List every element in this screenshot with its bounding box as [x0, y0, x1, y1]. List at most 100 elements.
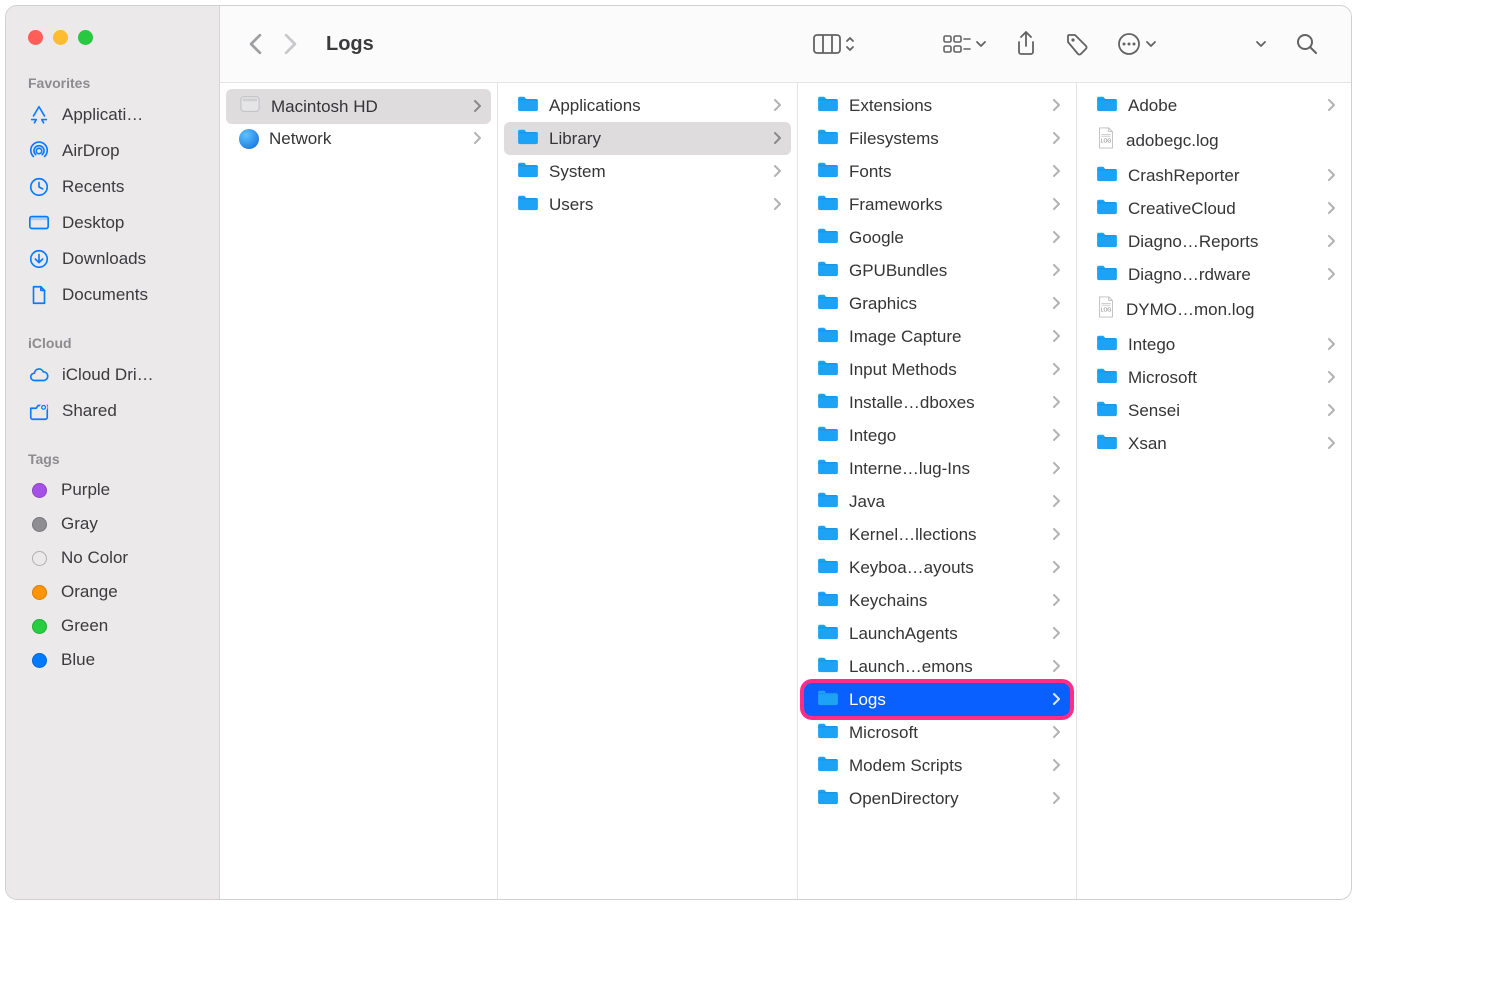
close-button[interactable] — [28, 30, 43, 45]
sidebar-item[interactable]: iCloud Dri… — [6, 357, 219, 393]
file-row[interactable]: Graphics — [804, 287, 1070, 320]
file-row[interactable]: OpenDirectory — [804, 782, 1070, 815]
file-row[interactable]: Macintosh HD — [226, 89, 491, 124]
sidebar-item[interactable]: Orange — [6, 575, 219, 609]
folder-icon — [517, 193, 539, 216]
view-columns-button[interactable] — [799, 27, 869, 61]
file-row[interactable]: Logs — [804, 683, 1070, 716]
file-row[interactable]: LOGDYMO…mon.log — [1083, 291, 1345, 328]
file-name: GPUBundles — [849, 261, 1042, 281]
file-row[interactable]: Image Capture — [804, 320, 1070, 353]
file-row[interactable]: LOGadobegc.log — [1083, 122, 1345, 159]
file-row[interactable]: Intego — [804, 419, 1070, 452]
chevron-right-icon — [1327, 168, 1335, 184]
sidebar-item-label: Orange — [61, 582, 118, 602]
file-row[interactable]: Extensions — [804, 89, 1070, 122]
sidebar-item[interactable]: No Color — [6, 541, 219, 575]
file-row[interactable]: Installe…dboxes — [804, 386, 1070, 419]
sidebar-item[interactable]: Downloads — [6, 241, 219, 277]
sidebar-item[interactable]: Purple — [6, 473, 219, 507]
folder-icon — [817, 226, 839, 249]
dropdown-button[interactable] — [1241, 33, 1281, 55]
file-row[interactable]: Keyboa…ayouts — [804, 551, 1070, 584]
chevron-right-icon — [1052, 263, 1060, 279]
sidebar-item[interactable]: Shared — [6, 393, 219, 429]
window-title: Logs — [326, 33, 374, 56]
sidebar-item[interactable]: AirDrop — [6, 133, 219, 169]
sidebar-item-label: AirDrop — [62, 141, 120, 161]
file-row[interactable]: Xsan — [1083, 427, 1345, 460]
file-name: Sensei — [1128, 401, 1317, 421]
airdrop-icon — [28, 140, 50, 162]
logfile-icon: LOG — [1096, 127, 1116, 154]
file-name: CreativeCloud — [1128, 199, 1317, 219]
file-row[interactable]: Kernel…llections — [804, 518, 1070, 551]
file-row[interactable]: Users — [504, 188, 791, 221]
window-controls — [6, 24, 219, 67]
file-row[interactable]: LaunchAgents — [804, 617, 1070, 650]
file-row[interactable]: Interne…lug-Ins — [804, 452, 1070, 485]
folder-icon — [817, 622, 839, 645]
file-row[interactable]: Keychains — [804, 584, 1070, 617]
file-row[interactable]: Input Methods — [804, 353, 1070, 386]
maximize-button[interactable] — [78, 30, 93, 45]
sidebar-item[interactable]: Gray — [6, 507, 219, 541]
chevron-right-icon — [773, 197, 781, 213]
file-name: Graphics — [849, 294, 1042, 314]
sidebar-section-label: iCloud — [6, 327, 219, 357]
chevron-right-icon — [1052, 560, 1060, 576]
sidebar-item-label: Gray — [61, 514, 98, 534]
file-row[interactable]: System — [504, 155, 791, 188]
file-row[interactable]: Modem Scripts — [804, 749, 1070, 782]
sidebar-item[interactable]: Documents — [6, 277, 219, 313]
sidebar-item-label: No Color — [61, 548, 128, 568]
file-row[interactable]: Diagno…Reports — [1083, 225, 1345, 258]
file-row[interactable]: Adobe — [1083, 89, 1345, 122]
back-button[interactable] — [238, 27, 273, 61]
file-row[interactable]: Library — [504, 122, 791, 155]
sidebar-item[interactable]: Desktop — [6, 205, 219, 241]
file-name: Microsoft — [849, 723, 1042, 743]
forward-button[interactable] — [273, 27, 308, 61]
file-name: Applications — [549, 96, 763, 116]
search-button[interactable] — [1281, 26, 1333, 62]
file-row[interactable]: Network — [226, 124, 491, 154]
share-button[interactable] — [1001, 25, 1051, 63]
logfile-icon: LOG — [1096, 296, 1116, 323]
chevron-right-icon — [1052, 131, 1060, 147]
file-row[interactable]: Microsoft — [804, 716, 1070, 749]
group-button[interactable] — [929, 28, 1001, 60]
sidebar-item[interactable]: Blue — [6, 643, 219, 677]
minimize-button[interactable] — [53, 30, 68, 45]
sidebar-item[interactable]: Green — [6, 609, 219, 643]
chevron-right-icon — [1052, 164, 1060, 180]
file-row[interactable]: CrashReporter — [1083, 159, 1345, 192]
file-row[interactable]: Frameworks — [804, 188, 1070, 221]
main-area: Logs — [220, 6, 1351, 899]
file-row[interactable]: Launch…emons — [804, 650, 1070, 683]
file-row[interactable]: Java — [804, 485, 1070, 518]
sidebar-item-label: Recents — [62, 177, 124, 197]
file-row[interactable]: CreativeCloud — [1083, 192, 1345, 225]
file-row[interactable]: Microsoft — [1083, 361, 1345, 394]
toolbar: Logs — [220, 6, 1351, 83]
file-row[interactable]: Google — [804, 221, 1070, 254]
folder-icon — [817, 457, 839, 480]
sidebar: Favorites Applicati… AirDrop Recents Desktop… — [6, 6, 220, 899]
file-row[interactable]: Fonts — [804, 155, 1070, 188]
action-button[interactable] — [1103, 26, 1171, 62]
sidebar-item-label: Applicati… — [62, 105, 143, 125]
file-row[interactable]: Intego — [1083, 328, 1345, 361]
file-row[interactable]: GPUBundles — [804, 254, 1070, 287]
folder-icon — [817, 490, 839, 513]
file-row[interactable]: Filesystems — [804, 122, 1070, 155]
sidebar-item[interactable]: Recents — [6, 169, 219, 205]
file-name: Kernel…llections — [849, 525, 1042, 545]
file-row[interactable]: Sensei — [1083, 394, 1345, 427]
chevron-right-icon — [1052, 230, 1060, 246]
sidebar-item[interactable]: Applicati… — [6, 97, 219, 133]
sidebar-section-label: Favorites — [6, 67, 219, 97]
file-row[interactable]: Diagno…rdware — [1083, 258, 1345, 291]
tags-button[interactable] — [1051, 26, 1103, 62]
file-row[interactable]: Applications — [504, 89, 791, 122]
